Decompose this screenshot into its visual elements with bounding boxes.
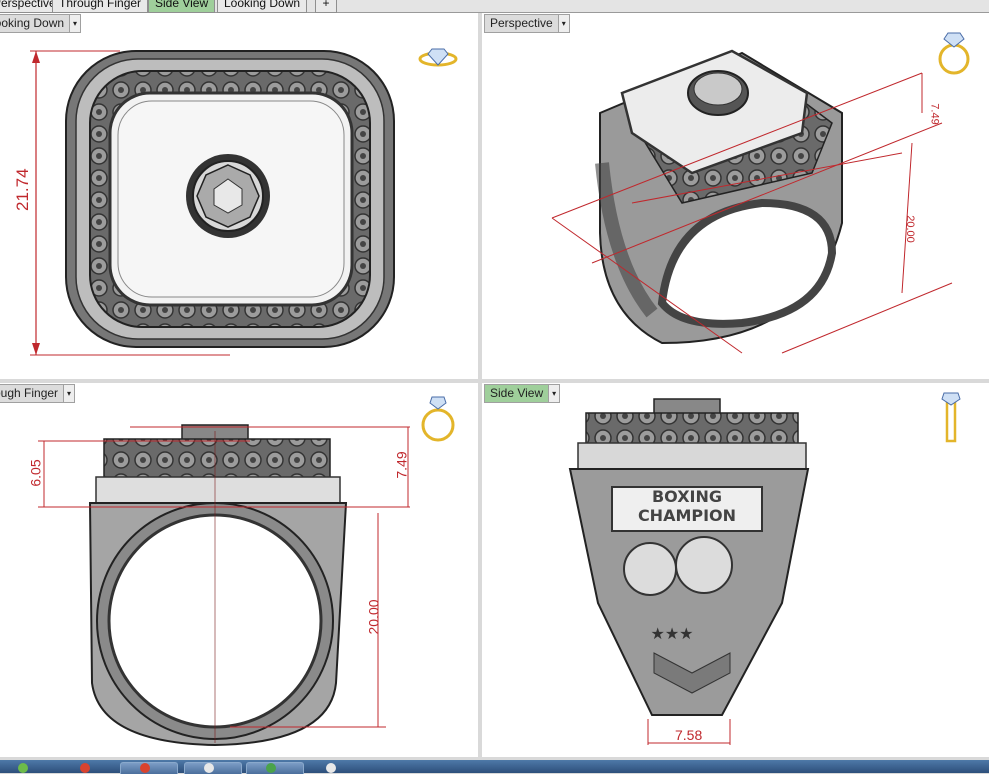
viewport-tab-strip: Perspective Through Finger Side View Loo… [0,0,989,13]
engraving-text: BOXING CHAMPION [622,487,752,525]
dimension-height-label: 21.74 [13,168,32,211]
svg-text:★★★: ★★★ [650,624,693,643]
tab-looking-down[interactable]: Looking Down [217,0,308,13]
engraving-line-2: CHAMPION [637,506,737,525]
ring-perspective-drawing [551,49,953,354]
viewport-through-finger[interactable]: Through Finger ▾ 6.05 7.49 20.00 [0,383,478,757]
ring-side-icon[interactable] [938,391,964,447]
viewport-perspective[interactable]: Perspective ▾ 7.49 20.00 [482,13,989,379]
app-icon[interactable] [140,763,150,773]
ring-front-icon[interactable] [418,391,458,445]
add-tab-button[interactable]: + [315,0,337,13]
ring-front-view-drawing [38,424,410,747]
app-icon[interactable] [80,763,90,773]
dimension-shank-label: 7.58 [675,727,703,743]
viewport-side-view[interactable]: Side View ▾ ★★★ BOXING CHAMPION 7.58 [482,383,989,757]
app-icon[interactable] [204,763,214,773]
tab-side-view[interactable]: Side View [148,0,216,13]
dimension-inner-label: 20.00 [365,599,382,635]
dimension-label-a: 7.49 [928,103,941,125]
ring-perspective-icon[interactable] [934,27,974,77]
start-orb-icon[interactable] [18,763,28,773]
ring-top-view-icon[interactable] [418,39,460,69]
taskbar [0,760,989,774]
app-icon[interactable] [266,763,276,773]
ring-side-view-drawing: ★★★ [568,398,810,745]
ring-top-view-drawing [30,50,395,356]
dimension-left-label: 6.05 [27,459,44,487]
app-icon[interactable] [326,763,336,773]
engraving-line-1: BOXING [651,487,723,506]
dimension-label-b: 20.00 [903,215,916,243]
tab-through-finger[interactable]: Through Finger [52,0,149,13]
viewport-looking-down[interactable]: Looking Down ▾ 21.74 [0,13,478,379]
dimension-right-label: 7.49 [393,451,410,479]
